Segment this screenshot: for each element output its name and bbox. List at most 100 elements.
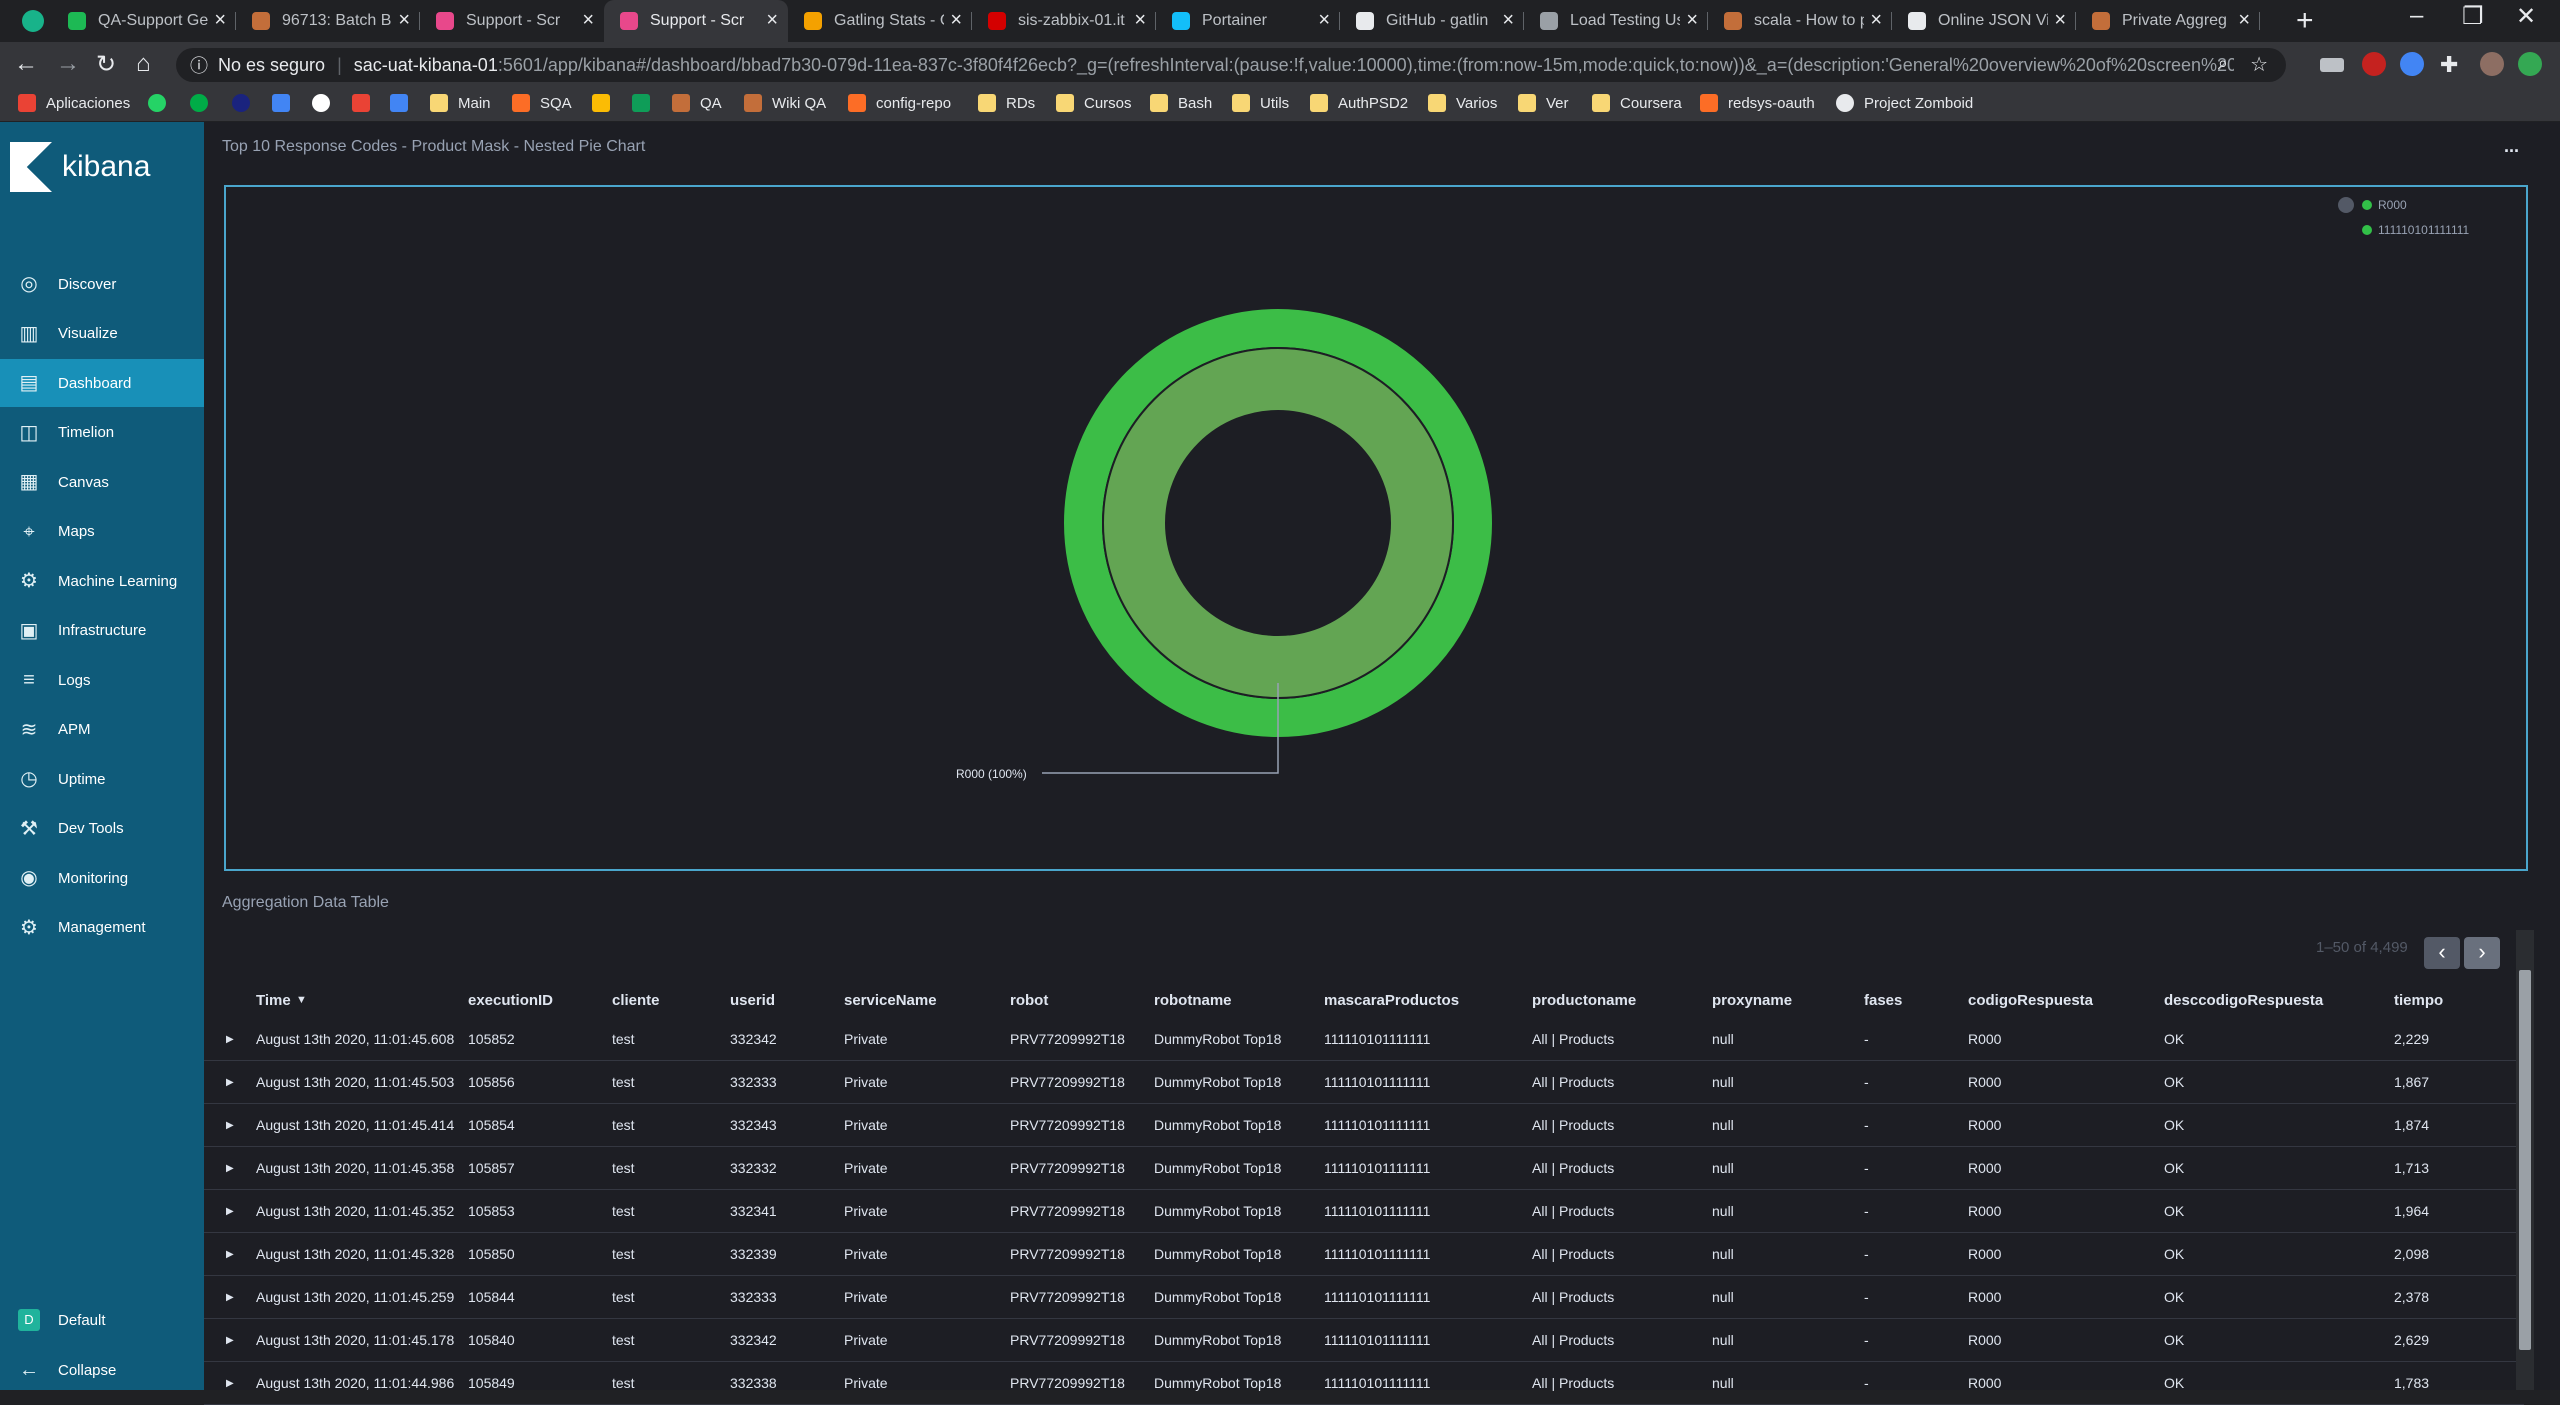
bookmark-cursos[interactable]: Cursos <box>1056 94 1132 112</box>
expand-row-icon[interactable]: ▶ <box>226 1034 234 1045</box>
new-tab-icon[interactable]: + <box>2296 4 2314 38</box>
bookmark-icon-2[interactable] <box>190 94 218 112</box>
column-header-desccodigorespuesta[interactable]: desccodigoRespuesta <box>2164 992 2323 1009</box>
close-tab-icon[interactable]: × <box>766 9 778 32</box>
close-tab-icon[interactable]: × <box>1134 9 1146 32</box>
browser-tab[interactable]: GitHub - gatlin × <box>1340 0 1524 42</box>
table-row[interactable]: ▶ August 13th 2020, 11:01:45.358 105857 tes… <box>204 1147 2524 1190</box>
table-row[interactable]: ▶ August 13th 2020, 11:01:45.352 105853 tes… <box>204 1190 2524 1233</box>
nav-item-apm[interactable]: ≋ APM <box>0 706 204 754</box>
bookmark-hand[interactable] <box>592 94 620 112</box>
profile-icon[interactable] <box>22 10 44 32</box>
nav-item-discover[interactable]: ◎ Discover <box>0 260 204 308</box>
close-tab-icon[interactable]: × <box>2054 9 2066 32</box>
close-tab-icon[interactable]: × <box>1870 9 1882 32</box>
table-row[interactable]: ▶ August 13th 2020, 11:01:44.986 105849 tes… <box>204 1362 2524 1405</box>
browser-tab[interactable]: Private Aggreg × <box>2076 0 2260 42</box>
bookmark-main[interactable]: Main <box>430 94 491 112</box>
column-header-servicename[interactable]: serviceName <box>844 992 937 1009</box>
table-row[interactable]: ▶ August 13th 2020, 11:01:45.328 105850 tes… <box>204 1233 2524 1276</box>
nav-item-uptime[interactable]: ◷ Uptime <box>0 755 204 803</box>
bookmark-calendar[interactable] <box>390 94 418 112</box>
bookmark-gmail[interactable] <box>352 94 380 112</box>
bookmark-sheets[interactable] <box>632 94 660 112</box>
nav-item-maps[interactable]: ⌖ Maps <box>0 508 204 556</box>
expand-row-icon[interactable]: ▶ <box>226 1163 234 1174</box>
table-row[interactable]: ▶ August 13th 2020, 11:01:45.259 105844 tes… <box>204 1276 2524 1319</box>
prev-page-button[interactable]: ‹ <box>2424 937 2460 969</box>
close-tab-icon[interactable]: × <box>214 9 226 32</box>
expand-row-icon[interactable]: ▶ <box>226 1378 234 1389</box>
browser-tab[interactable]: scala - How to p × <box>1708 0 1892 42</box>
bookmark-config-repo[interactable]: config-repo <box>848 94 951 112</box>
address-bar[interactable]: ⓘ No es seguro | sac-uat-kibana-01:5601/… <box>176 48 2286 82</box>
close-tab-icon[interactable]: × <box>950 9 962 32</box>
nav-item-monitoring[interactable]: ◉ Monitoring <box>0 854 204 902</box>
avatar[interactable] <box>2480 52 2504 76</box>
bookmark-authpsd2[interactable]: AuthPSD2 <box>1310 94 1408 112</box>
bookmark-project-zomboid[interactable]: Project Zomboid <box>1836 94 1973 112</box>
column-header-executionid[interactable]: executionID <box>468 992 553 1009</box>
browser-tab[interactable]: sis-zabbix-01.it × <box>972 0 1156 42</box>
nav-item-canvas[interactable]: ▦ Canvas <box>0 458 204 506</box>
browser-tab[interactable]: Gatling Stats - C × <box>788 0 972 42</box>
browser-tab[interactable]: QA-Support Ge × <box>52 0 236 42</box>
bookmark-google[interactable] <box>312 94 340 112</box>
bookmark-icon-3[interactable] <box>232 94 260 112</box>
reload-icon[interactable]: ↻ <box>96 50 116 79</box>
collapse-button[interactable]: ← Collapse <box>0 1346 204 1394</box>
extension-icon-1[interactable] <box>2320 58 2344 72</box>
zoom-icon[interactable]: ⌕ <box>2218 53 2228 74</box>
forward-icon[interactable]: → <box>56 50 80 78</box>
scrollbar-thumb[interactable] <box>2519 970 2531 1350</box>
panel-options-icon[interactable]: ... <box>2504 136 2519 157</box>
home-icon[interactable]: ⌂ <box>136 50 151 78</box>
sort-desc-icon[interactable]: ▼ <box>296 994 307 1006</box>
nav-item-timelion[interactable]: ◫ Timelion <box>0 409 204 457</box>
table-scrollbar[interactable] <box>2516 930 2534 1390</box>
table-row[interactable]: ▶ August 13th 2020, 11:01:45.503 105856 tes… <box>204 1061 2524 1104</box>
column-header-codigorespuesta[interactable]: codigoRespuesta <box>1968 992 2093 1009</box>
browser-tab[interactable]: Support - Scr × <box>604 0 788 42</box>
column-header-proxyname[interactable]: proxyname <box>1712 992 1792 1009</box>
table-row[interactable]: ▶ August 13th 2020, 11:01:45.178 105840 tes… <box>204 1319 2524 1362</box>
bookmark-qa[interactable]: QA <box>672 94 722 112</box>
expand-row-icon[interactable]: ▶ <box>226 1077 234 1088</box>
nav-item-machine-learning[interactable]: ⚙ Machine Learning <box>0 557 204 605</box>
info-icon[interactable]: ⓘ <box>190 52 208 78</box>
close-tab-icon[interactable]: × <box>2238 9 2250 32</box>
bookmark-whatsapp[interactable] <box>148 94 176 112</box>
bookmark-ver[interactable]: Ver <box>1518 94 1569 112</box>
nav-item-infrastructure[interactable]: ▣ Infrastructure <box>0 607 204 655</box>
column-header-productoname[interactable]: productoname <box>1532 992 1636 1009</box>
bookmark-star-icon[interactable]: ☆ <box>2250 52 2268 77</box>
close-tab-icon[interactable]: × <box>1502 9 1514 32</box>
puzzle-icon[interactable]: ✚ <box>2440 52 2464 77</box>
next-page-button[interactable]: › <box>2464 937 2500 969</box>
space-selector[interactable]: D Default <box>0 1296 204 1344</box>
bookmark-icon-4[interactable] <box>272 94 300 112</box>
close-tab-icon[interactable]: × <box>582 9 594 32</box>
browser-tab[interactable]: 96713: Batch Ba × <box>236 0 420 42</box>
bookmark-wiki-qa[interactable]: Wiki QA <box>744 94 826 112</box>
bookmark-utils[interactable]: Utils <box>1232 94 1289 112</box>
nav-item-dev-tools[interactable]: ⚒ Dev Tools <box>0 805 204 853</box>
expand-row-icon[interactable]: ▶ <box>226 1249 234 1260</box>
expand-row-icon[interactable]: ▶ <box>226 1335 234 1346</box>
pie-slice-inner[interactable] <box>1103 348 1453 698</box>
column-header-cliente[interactable]: cliente <box>612 992 660 1009</box>
column-header-fases[interactable]: fases <box>1864 992 1902 1009</box>
bookmark-sqa[interactable]: SQA <box>512 94 572 112</box>
table-row[interactable]: ▶ August 13th 2020, 11:01:45.608 105852 tes… <box>204 1018 2524 1061</box>
browser-tab[interactable]: Online JSON Vi × <box>1892 0 2076 42</box>
extension-icon-2[interactable] <box>2362 52 2386 76</box>
column-header-tiempo[interactable]: tiempo <box>2394 992 2443 1009</box>
expand-row-icon[interactable]: ▶ <box>226 1206 234 1217</box>
column-header-robotname[interactable]: robotname <box>1154 992 1232 1009</box>
url-text[interactable]: sac-uat-kibana-01:5601/app/kibana#/dashb… <box>354 55 2234 76</box>
expand-row-icon[interactable]: ▶ <box>226 1292 234 1303</box>
column-header-time[interactable]: Time <box>256 992 291 1009</box>
bookmark-rds[interactable]: RDs <box>978 94 1035 112</box>
column-header-robot[interactable]: robot <box>1010 992 1048 1009</box>
bookmark-coursera[interactable]: Coursera <box>1592 94 1682 112</box>
